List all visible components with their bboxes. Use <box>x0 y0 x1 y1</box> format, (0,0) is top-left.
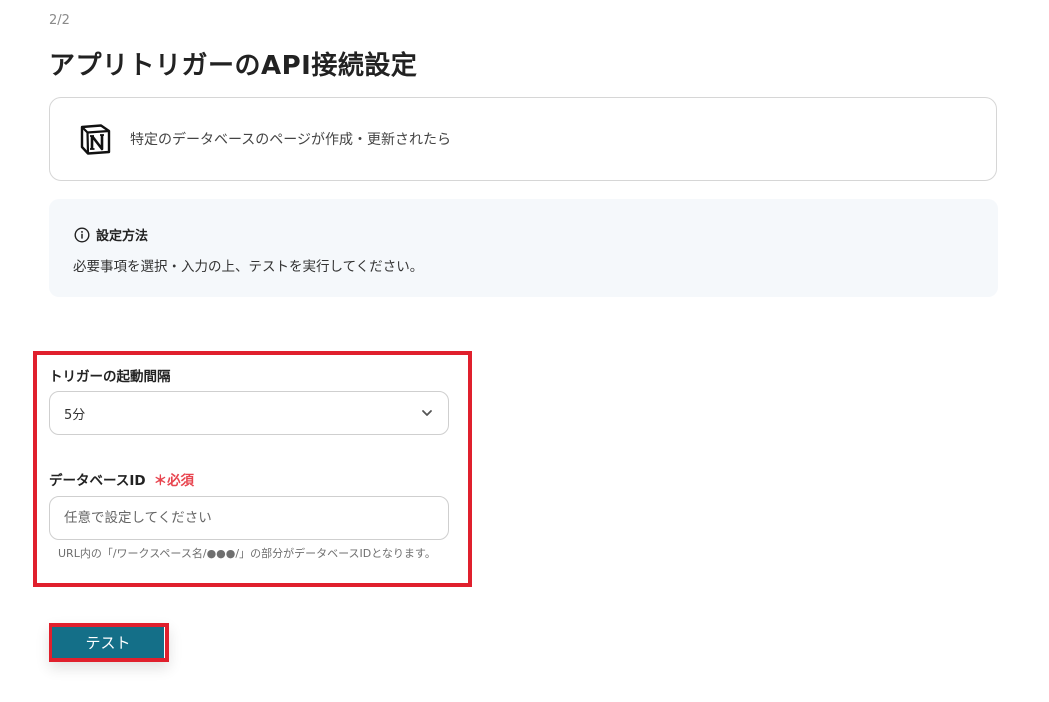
required-mark: ＊ <box>153 473 168 489</box>
help-heading-row: 設定方法 <box>74 225 148 244</box>
notion-logo-icon <box>80 124 111 155</box>
required-text: 必須 <box>167 473 195 489</box>
required-badge: ＊必須 <box>154 473 195 489</box>
help-text: 必要事項を選択・入力の上、テストを実行してください。 <box>73 259 424 275</box>
page: 2/2 アプリトリガーのAPI接続設定 特定のデータベースのページが作成・更新さ… <box>0 0 1049 702</box>
trigger-card: 特定のデータベースのページが作成・更新されたら <box>49 97 997 181</box>
interval-select[interactable]: 5分 <box>49 391 449 435</box>
help-heading: 設定方法 <box>96 229 149 244</box>
database-id-label-row: データベースID ＊必須 <box>49 469 194 489</box>
database-id-hint: URL内の「/ワークスペース名/●●●/」の部分がデータベースIDとなります。 <box>58 547 436 560</box>
help-box: 設定方法 必要事項を選択・入力の上、テストを実行してください。 <box>49 199 998 297</box>
interval-selected-value: 5分 <box>64 407 86 423</box>
step-indicator: 2/2 <box>49 13 70 28</box>
database-id-label: データベースID <box>49 473 146 489</box>
trigger-description: 特定のデータベースのページが作成・更新されたら <box>130 132 452 148</box>
database-id-input[interactable] <box>49 496 449 540</box>
page-title: アプリトリガーのAPI接続設定 <box>49 51 418 81</box>
info-icon <box>74 226 90 243</box>
chevron-down-icon <box>422 410 432 416</box>
interval-label: トリガーの起動間隔 <box>49 369 171 385</box>
test-button[interactable]: テスト <box>52 627 164 658</box>
